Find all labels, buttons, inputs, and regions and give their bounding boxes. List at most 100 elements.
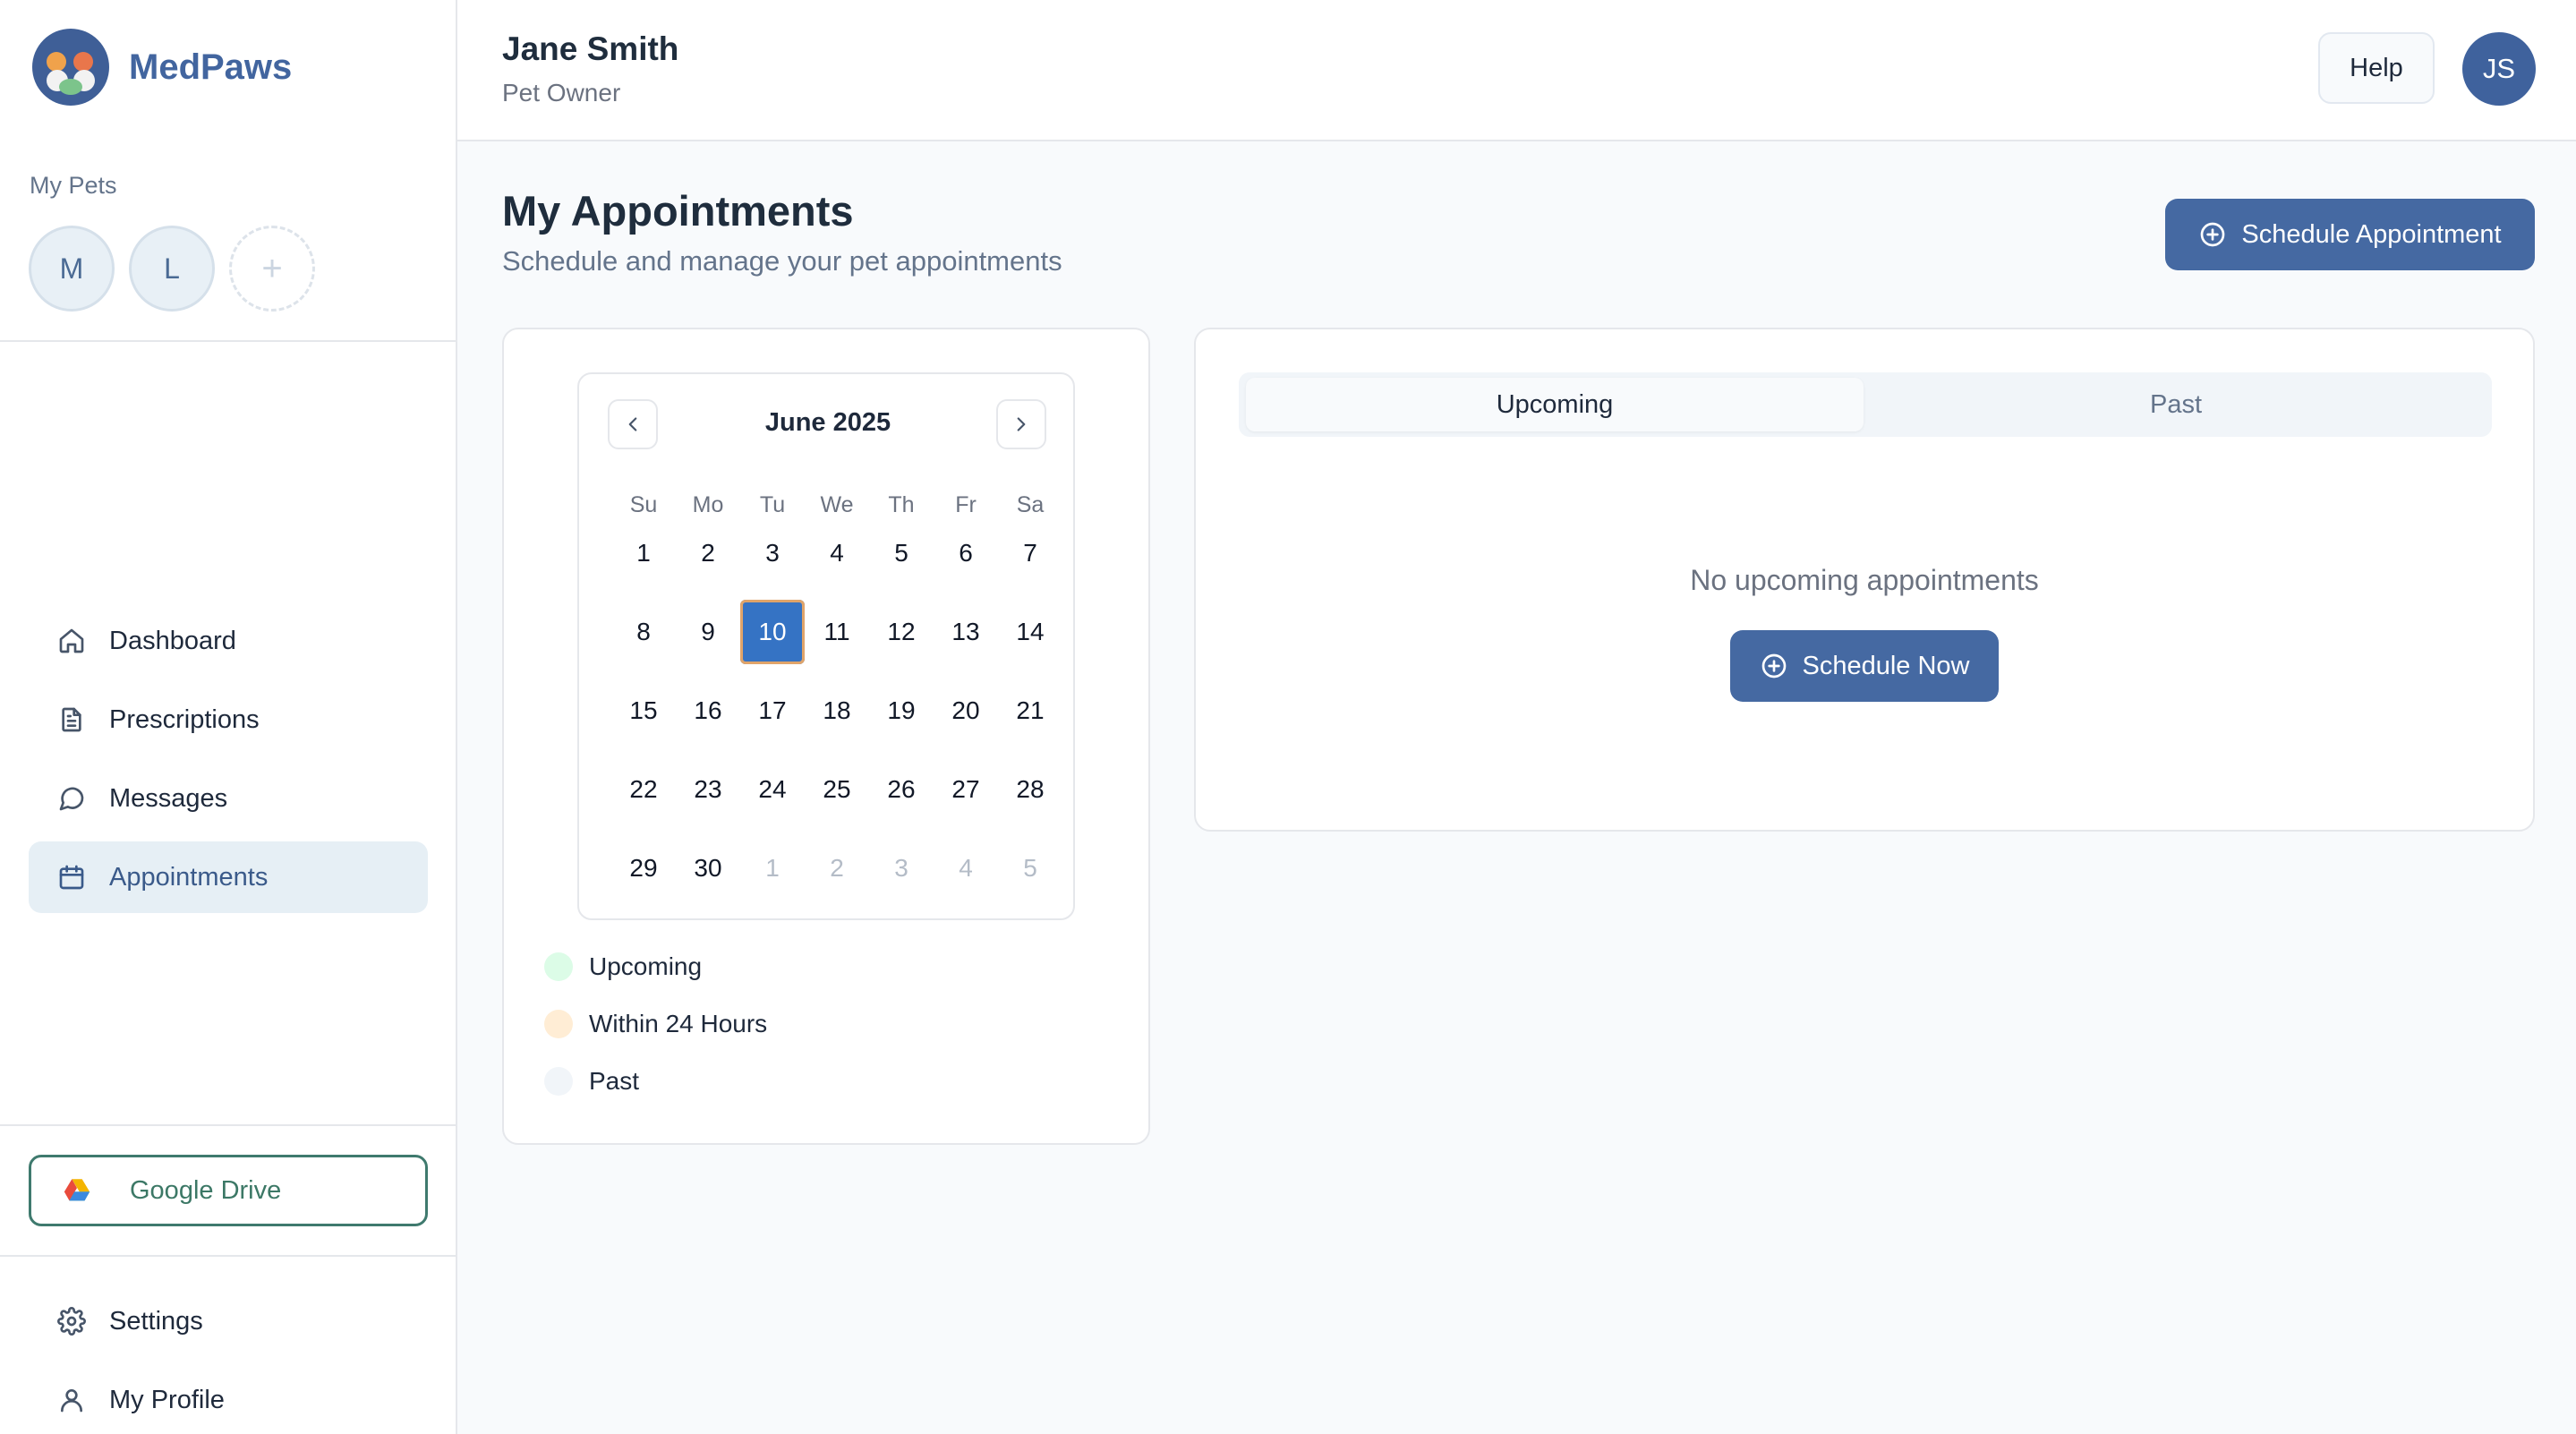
calendar-day[interactable]: 24 [740,757,805,822]
plus-circle-icon [2201,222,2225,247]
calendar-day[interactable]: 7 [998,521,1062,585]
pet-avatar-m[interactable]: M [29,226,115,312]
document-icon [62,707,81,732]
home-icon [59,628,84,653]
calendar-day[interactable]: 9 [676,600,740,664]
legend-within-24-hours: Within 24 Hours [544,1010,767,1038]
weekday-header: We [820,491,854,517]
calendar-day[interactable]: 8 [611,600,676,664]
calendar-day[interactable]: 14 [998,600,1062,664]
sidebar-item-label: My Profile [109,1385,225,1414]
calendar-day-outside-month[interactable]: 4 [934,836,998,901]
legend-label: Within 24 Hours [589,1010,768,1037]
sidebar: MedPaws My Pets M L + Dashboard Prescrip… [0,0,457,1434]
calendar-day[interactable]: 21 [998,679,1062,743]
divider [0,1124,457,1126]
calendar-day[interactable]: 11 [805,600,869,664]
schedule-now-button[interactable]: Schedule Now [1730,630,1999,702]
chat-icon [59,787,84,811]
calendar: June 2025 Su Mo Tu We Th Fr Sa 1 2 3 4 5 6 7 8 9 10 11 12 1… [577,372,1075,920]
calendar-day[interactable]: 30 [676,836,740,901]
plus-circle-icon [1761,653,1786,679]
sidebar-item-dashboard[interactable]: Dashboard [29,605,428,677]
legend-dot [544,1067,573,1096]
calendar-day[interactable]: 28 [998,757,1062,822]
calendar-day[interactable]: 23 [676,757,740,822]
paw-logo-icon [32,29,109,106]
calendar-day[interactable]: 17 [740,679,805,743]
calendar-icon [59,865,84,890]
top-header: Jane Smith Pet Owner Help JS [457,0,2576,141]
weekday-header: Mo [692,491,724,517]
pet-avatar-l[interactable]: L [129,226,215,312]
calendar-day-outside-month[interactable]: 2 [805,836,869,901]
sidebar-item-label: Messages [109,783,228,813]
google-drive-button[interactable]: Google Drive [29,1155,428,1226]
calendar-day-outside-month[interactable]: 3 [869,836,934,901]
calendar-day-selected[interactable]: 10 [740,600,805,664]
user-role: Pet Owner [502,79,621,107]
user-name: Jane Smith [502,30,679,67]
legend-upcoming: Upcoming [544,952,702,981]
sidebar-item-label: Appointments [109,862,269,892]
help-button[interactable]: Help [2318,32,2435,104]
calendar-day[interactable]: 29 [611,836,676,901]
calendar-day[interactable]: 5 [869,521,934,585]
schedule-now-label: Schedule Now [1802,651,1970,680]
user-icon [61,1389,82,1413]
divider [0,1255,457,1257]
page-subtitle: Schedule and manage your pet appointment… [502,245,1062,277]
calendar-day[interactable]: 4 [805,521,869,585]
weekday-header: Su [629,491,658,517]
calendar-day[interactable]: 3 [740,521,805,585]
weekday-header: Fr [955,491,977,517]
sidebar-item-label: Settings [109,1306,203,1336]
sidebar-item-label: Prescriptions [109,704,260,734]
calendar-day[interactable]: 19 [869,679,934,743]
calendar-day[interactable]: 15 [611,679,676,743]
my-pets-label: My Pets [30,172,117,199]
calendar-day[interactable]: 26 [869,757,934,822]
calendar-day[interactable]: 13 [934,600,998,664]
page-title: My Appointments [502,187,854,235]
tab-upcoming[interactable]: Upcoming [1246,378,1864,431]
schedule-appointment-button[interactable]: Schedule Appointment [2165,199,2535,270]
weekday-header: Th [888,491,915,517]
calendar-day-outside-month[interactable]: 1 [740,836,805,901]
sidebar-item-my-profile[interactable]: My Profile [29,1364,428,1434]
calendar-day[interactable]: 12 [869,600,934,664]
sidebar-item-appointments[interactable]: Appointments [29,841,428,913]
calendar-day[interactable]: 20 [934,679,998,743]
divider [0,340,457,342]
gear-icon [57,1307,86,1336]
google-drive-icon [64,1179,90,1201]
calendar-day[interactable]: 1 [611,521,676,585]
legend-label: Past [589,1067,640,1095]
calendar-day[interactable]: 6 [934,521,998,585]
calendar-day[interactable]: 2 [676,521,740,585]
avatar[interactable]: JS [2462,32,2536,106]
google-drive-label: Google Drive [130,1175,282,1205]
next-month-button[interactable] [996,399,1046,449]
weekday-header: Tu [759,491,786,517]
pet-list: M L + [29,226,315,312]
tab-past[interactable]: Past [1867,378,2485,431]
sidebar-item-settings[interactable]: Settings [29,1285,428,1357]
legend-past: Past [544,1067,639,1096]
calendar-day[interactable]: 18 [805,679,869,743]
sidebar-item-messages[interactable]: Messages [29,763,428,834]
brand[interactable]: MedPaws [32,29,292,106]
calendar-day[interactable]: 22 [611,757,676,822]
calendar-day-outside-month[interactable]: 5 [998,836,1062,901]
sidebar-item-prescriptions[interactable]: Prescriptions [29,684,428,755]
legend-label: Upcoming [589,952,703,980]
calendar-day[interactable]: 25 [805,757,869,822]
sidebar-item-label: Dashboard [109,626,236,655]
calendar-day[interactable]: 27 [934,757,998,822]
weekday-header: Sa [1016,491,1045,517]
legend-dot [544,1010,573,1038]
add-pet-button[interactable]: + [229,226,315,312]
legend-dot [544,952,573,981]
empty-state-message: No upcoming appointments [1690,564,2039,596]
calendar-day[interactable]: 16 [676,679,740,743]
